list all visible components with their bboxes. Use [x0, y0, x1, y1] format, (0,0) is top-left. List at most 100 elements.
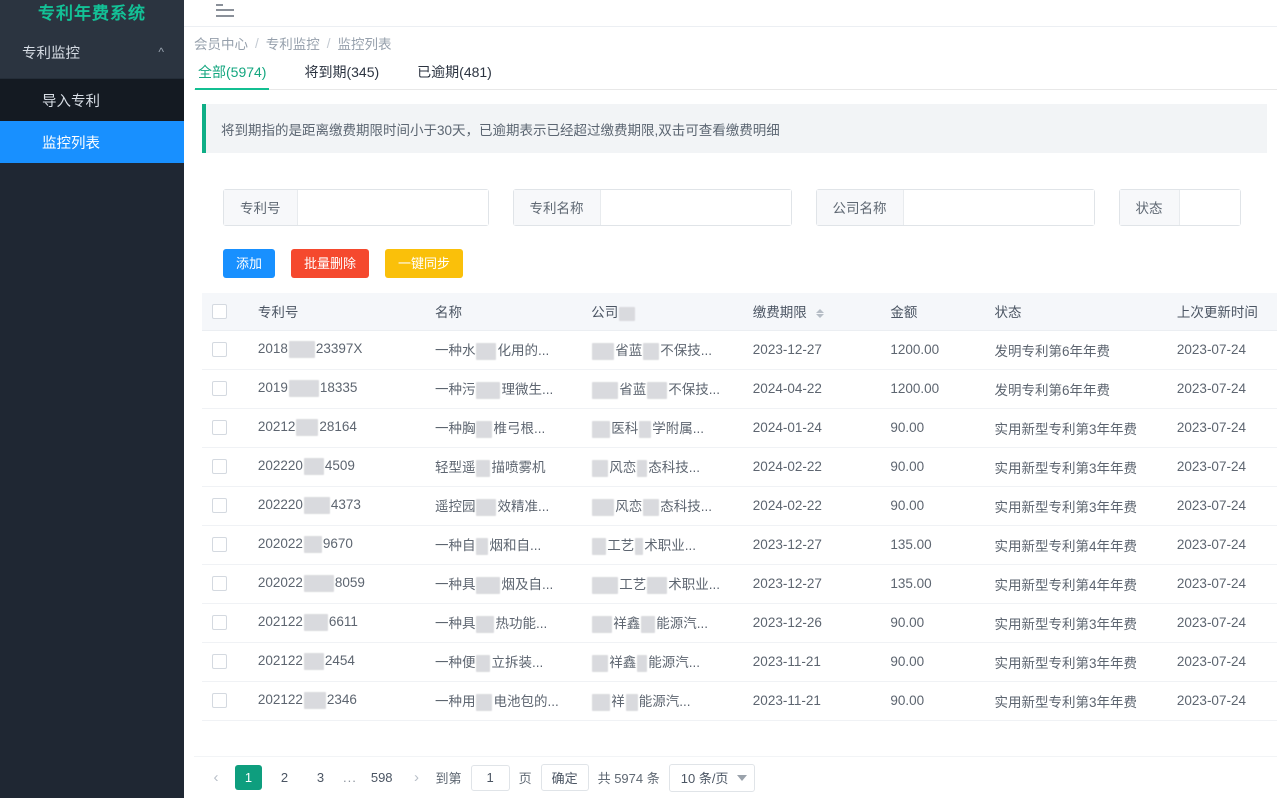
column-header-amount[interactable]: 金额: [880, 293, 985, 331]
patent-number-suffix: 18335: [319, 380, 358, 396]
name-prefix: 一种胸: [434, 421, 476, 437]
select-all-checkbox[interactable]: [212, 304, 227, 320]
patent-number-prefix: 202220: [257, 458, 303, 474]
breadcrumb-item-monitor[interactable]: 专利监控: [266, 33, 320, 53]
column-header-status[interactable]: 状态: [984, 293, 1167, 331]
search-input-status[interactable]: [1179, 189, 1240, 225]
breadcrumb-item-home[interactable]: 会员中心: [194, 33, 248, 53]
cell-name: 轻型遥 描喷雾机: [424, 447, 582, 487]
sidebar-item-monitor-list[interactable]: 监控列表: [0, 121, 184, 163]
cell-name: 一种污 理微生...: [424, 369, 582, 409]
row-checkbox[interactable]: [212, 342, 227, 358]
row-checkbox[interactable]: [212, 693, 227, 709]
menu-collapse-icon[interactable]: [216, 3, 234, 17]
chevron-left-icon[interactable]: ‹: [206, 769, 226, 786]
cell-updated: 2023-07-24: [1166, 603, 1277, 643]
column-header-patent-number[interactable]: 专利号: [247, 293, 425, 331]
table-row[interactable]: 202022 8059 一种具 烟及自... 工艺 术职业... 2023-12-27 135…: [202, 564, 1277, 604]
cell-amount: 1200.00: [880, 330, 985, 370]
page-button-1[interactable]: 1: [235, 765, 262, 790]
row-select-cell: [202, 369, 248, 409]
patent-number-prefix: 202022: [257, 575, 303, 591]
cell-patent-number: 202220 4509: [247, 447, 425, 487]
column-header-due-date[interactable]: 缴费期限: [742, 293, 881, 331]
sidebar-group-patent-monitor[interactable]: 专利监控 ^: [0, 26, 184, 79]
name-prefix: 一种具: [434, 616, 476, 632]
company-suffix: 术职业...: [668, 577, 721, 593]
table-row[interactable]: 2018 23397X 一种水 化用的... 省蓝 不保技... 2023-12-27 120…: [202, 330, 1277, 370]
cell-name: 一种具 烟及自...: [424, 564, 582, 604]
name-prefix: 轻型遥: [434, 460, 476, 476]
column-header-name[interactable]: 名称: [424, 293, 582, 331]
table-row[interactable]: 202122 2454 一种便 立拆装... 祥鑫 能源汽... 2023-11-21 90.…: [202, 642, 1277, 682]
row-checkbox[interactable]: [212, 420, 227, 436]
table-row[interactable]: 202220 4373 遥控园 效精准... 风恋 态科技... 2024-02-22 90.…: [202, 486, 1277, 526]
cell-status: 实用新型专利第3年年费: [984, 681, 1167, 721]
redaction-block: [476, 537, 489, 555]
table-toolbar: 添加 批量删除 一键同步: [223, 249, 1277, 278]
redaction-block: [643, 342, 660, 360]
table-row[interactable]: 202122 2346 一种用 电池包的... 祥能源汽... 2023-11-21 90.…: [202, 681, 1277, 721]
tab-overdue[interactable]: 已逾期(481): [417, 62, 492, 89]
cell-company: 祥鑫 能源汽...: [581, 603, 743, 643]
page-size-select[interactable]: 10 条/页: [668, 763, 756, 792]
row-checkbox[interactable]: [212, 381, 227, 397]
one-click-sync-button[interactable]: 一键同步: [385, 249, 464, 278]
row-checkbox[interactable]: [212, 537, 227, 553]
table-row[interactable]: 2019 18335 一种污 理微生... 省蓝 不保技... 2024-04-22 1200…: [202, 369, 1277, 409]
row-checkbox[interactable]: [212, 498, 227, 514]
total-count-label: 共 5974 条: [597, 771, 660, 786]
table-row[interactable]: 20212 28164 一种胸 椎弓根... 医科 学附属... 2024-01-24 90.…: [202, 408, 1277, 448]
page-jump-input[interactable]: [470, 764, 510, 791]
cell-amount: 1200.00: [880, 369, 985, 409]
patent-number-prefix: 202122: [257, 653, 303, 669]
redaction-block: [288, 380, 319, 397]
column-header-company[interactable]: 公司: [581, 293, 743, 331]
page-button-last[interactable]: 598: [366, 765, 398, 790]
chevron-down-icon: [737, 774, 748, 781]
content-panel: 全部(5974) 将到期(345) 已逾期(481) 将到期指的是距离缴费期限时…: [184, 59, 1277, 798]
sort-icon[interactable]: [815, 309, 824, 319]
search-input-patent-number[interactable]: [297, 189, 488, 225]
row-checkbox[interactable]: [212, 459, 227, 475]
search-input-patent-name[interactable]: [600, 189, 791, 225]
column-header-updated[interactable]: 上次更新时间: [1166, 293, 1277, 331]
redaction-block: [625, 693, 638, 711]
patent-number-suffix: 28164: [319, 419, 357, 435]
batch-delete-button[interactable]: 批量删除: [291, 249, 370, 278]
patent-number-prefix: 202122: [257, 614, 303, 630]
patent-number-suffix: 2454: [324, 653, 355, 669]
cell-updated: 2023-07-24: [1166, 486, 1277, 526]
cell-patent-number: 202122 2346: [247, 681, 425, 721]
tab-all[interactable]: 全部(5974): [194, 62, 270, 90]
name-prefix: 一种用: [434, 694, 476, 710]
company-suffix: 术职业...: [644, 538, 697, 554]
table-row[interactable]: 202122 6611 一种具 热功能... 祥鑫 能源汽... 2023-12-26 90.…: [202, 603, 1277, 643]
redaction-block: [476, 693, 493, 711]
cell-due-date: 2024-02-22: [742, 486, 881, 526]
field-status: 状态: [1118, 188, 1241, 226]
table-row[interactable]: 202220 4509 轻型遥 描喷雾机 风恋 态科技... 2024-02-22 90.00…: [202, 447, 1277, 487]
tab-expiring[interactable]: 将到期(345): [304, 62, 379, 89]
cell-patent-number: 202220 4373: [247, 486, 425, 526]
company-suffix: 态科技...: [648, 460, 701, 476]
row-checkbox[interactable]: [212, 615, 227, 631]
company-suffix: 态科技...: [660, 499, 713, 515]
info-alert: 将到期指的是距离缴费期限时间小于30天，已逾期表示已经超过缴费期限,双击可查看缴…: [202, 104, 1267, 153]
jump-suffix-label: 页: [518, 771, 532, 786]
redaction-block: [303, 653, 324, 670]
page-button-3[interactable]: 3: [307, 765, 334, 790]
page-jump-confirm-button[interactable]: 确定: [540, 764, 589, 791]
patent-number-prefix: 202122: [257, 692, 303, 708]
chevron-right-icon[interactable]: ›: [407, 769, 427, 786]
row-checkbox[interactable]: [212, 576, 227, 592]
table-row[interactable]: 202022 9670 一种自 烟和自... 工艺 术职业... 2023-12-27 135…: [202, 525, 1277, 565]
row-checkbox[interactable]: [212, 654, 227, 670]
company-mid: 祥鑫: [613, 616, 641, 632]
page-button-2[interactable]: 2: [271, 765, 298, 790]
company-suffix: 能源汽...: [648, 655, 701, 671]
search-input-company-name[interactable]: [903, 189, 1094, 225]
add-button[interactable]: 添加: [223, 249, 276, 278]
sidebar-item-import-patent[interactable]: 导入专利: [0, 79, 184, 121]
cell-updated: 2023-07-24: [1166, 447, 1277, 487]
